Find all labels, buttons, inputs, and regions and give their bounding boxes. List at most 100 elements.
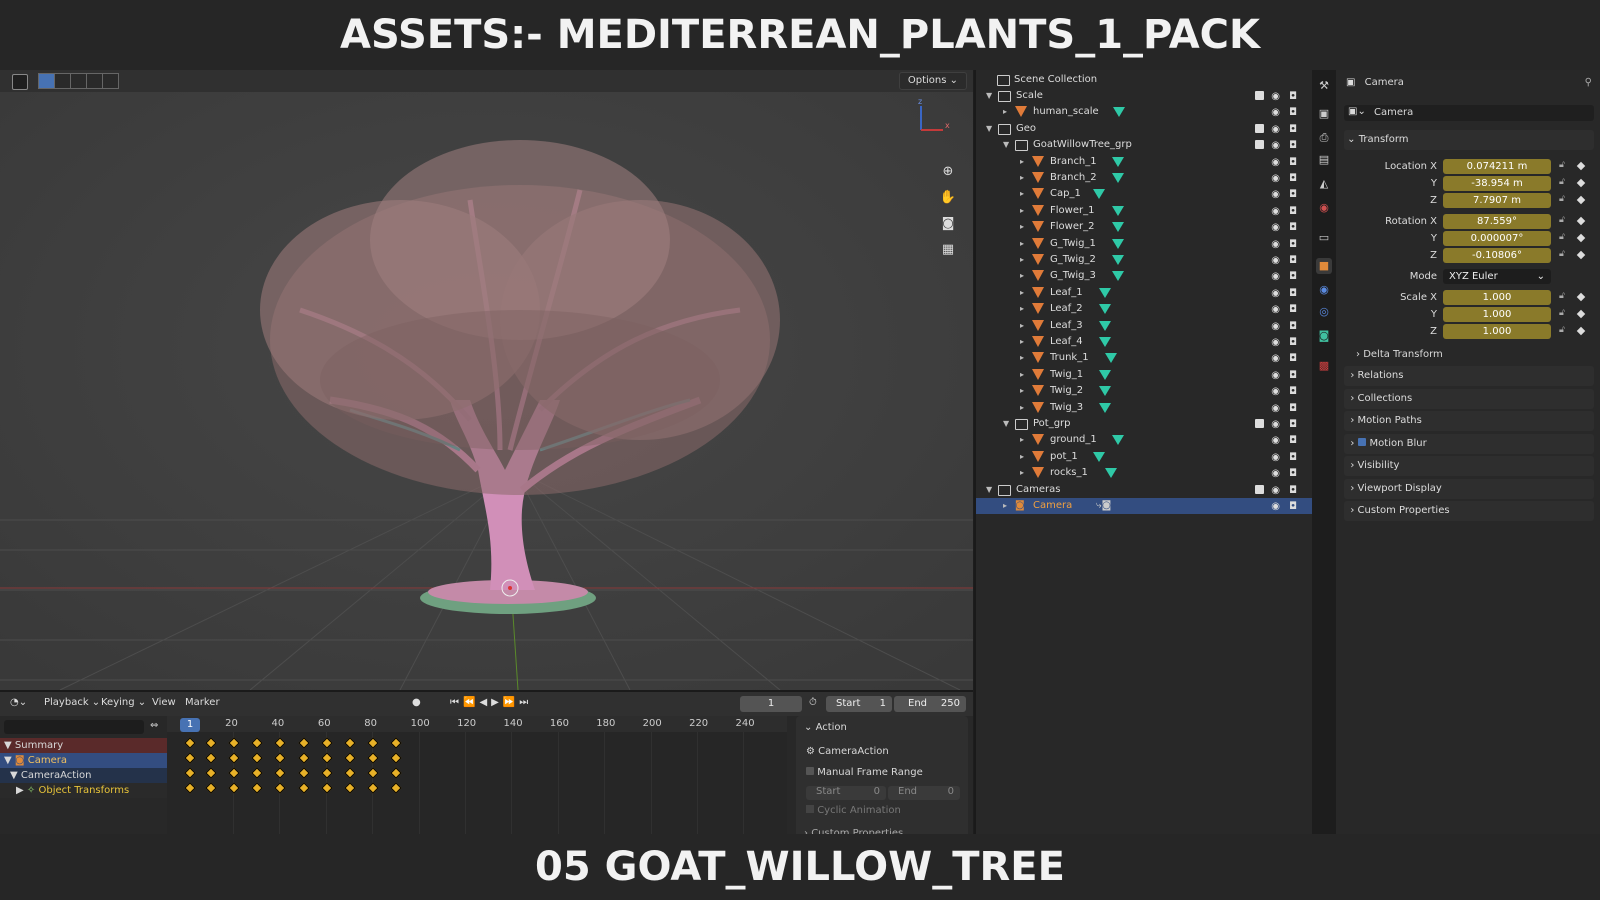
render-camera-icon[interactable]: ◘	[1289, 171, 1297, 187]
render-camera-icon[interactable]: ◘	[1289, 187, 1297, 203]
collection-tab-icon[interactable]: ▭	[1316, 230, 1332, 246]
record-button[interactable]: ●	[412, 697, 421, 708]
panel-custom-properties[interactable]: › Custom Properties	[1344, 501, 1594, 521]
eye-icon[interactable]: ◉	[1271, 401, 1280, 417]
view-layer-tab-icon[interactable]: ▤	[1316, 152, 1332, 168]
outliner-row-g-twig-1[interactable]: ▸ G_Twig_1 ◉ ◘	[976, 236, 1314, 252]
lock-icon[interactable]: 🔓︎	[1559, 160, 1565, 170]
keyframe-diamond[interactable]	[205, 782, 217, 794]
keyframe-decorator-icon[interactable]	[1576, 309, 1586, 319]
keyframe-diamond[interactable]	[228, 737, 240, 749]
mesh-data-icon[interactable]	[1111, 271, 1124, 282]
expand-right-icon[interactable]: ▸	[1020, 318, 1024, 334]
playback-controls[interactable]: ⏮⏪◀▶⏩⏭	[450, 697, 532, 708]
frame-ruler[interactable]: 20 40 60 80 100 120 140 160 180 200 220 240	[167, 716, 787, 732]
select-new-button[interactable]	[38, 73, 55, 89]
channel-camera[interactable]: ▼ ◙ Camera	[0, 753, 167, 768]
mesh-data-icon[interactable]	[1099, 337, 1112, 347]
exclude-checkbox[interactable]	[1255, 140, 1264, 150]
swap-icon[interactable]: ⇔	[150, 720, 158, 731]
expand-down-icon[interactable]: ▼	[986, 482, 992, 498]
eye-icon[interactable]: ◉	[1271, 335, 1280, 351]
render-camera-icon[interactable]: ◘	[1289, 368, 1297, 384]
data-tab-icon[interactable]: ◙	[1316, 328, 1332, 344]
outliner-row-ground-1[interactable]: ▸ ground_1 ◉ ◘	[976, 432, 1314, 448]
mesh-data-icon[interactable]	[1111, 238, 1124, 249]
object-name-field[interactable]: ▣⌄ Camera	[1344, 105, 1594, 121]
texture-tab-icon[interactable]: ▩	[1316, 358, 1332, 374]
mesh-data-icon[interactable]	[1105, 468, 1118, 479]
mesh-data-icon[interactable]	[1093, 451, 1105, 462]
object-tab-icon[interactable]: ■	[1316, 258, 1332, 274]
exclude-checkbox[interactable]	[1255, 419, 1264, 428]
select-invert-button[interactable]	[86, 73, 103, 89]
exclude-checkbox[interactable]	[1255, 484, 1264, 494]
location-y-field[interactable]: -38.954 m	[1443, 176, 1551, 191]
eye-icon[interactable]: ◉	[1271, 433, 1280, 449]
panel-visibility[interactable]: › Visibility	[1344, 456, 1594, 476]
outliner-row-rocks-1[interactable]: ▸ rocks_1 ◉ ◘	[976, 465, 1314, 481]
render-camera-icon[interactable]: ◘	[1289, 122, 1297, 138]
render-camera-icon[interactable]: ◘	[1289, 335, 1297, 351]
keyframe-diamond[interactable]	[184, 752, 196, 764]
render-camera-icon[interactable]: ◘	[1289, 433, 1297, 449]
outliner-row-trunk-1[interactable]: ▸ Trunk_1 ◉ ◘	[976, 350, 1314, 366]
mesh-data-icon[interactable]	[1113, 107, 1126, 118]
panel-viewport-display[interactable]: › Viewport Display	[1344, 478, 1594, 499]
expand-right-icon[interactable]: ▸	[1020, 400, 1024, 416]
expand-right-icon[interactable]: ▸	[1020, 350, 1024, 366]
keyframe-diamond[interactable]	[344, 767, 356, 779]
keyframe-diamond[interactable]	[274, 737, 287, 749]
mesh-data-icon[interactable]	[1099, 304, 1112, 315]
keyframe-diamond[interactable]	[274, 782, 287, 794]
lock-icon[interactable]: 🔓︎	[1559, 215, 1565, 225]
scale-y-field[interactable]: 1.000	[1443, 307, 1551, 322]
lock-icon[interactable]: 🔓︎	[1559, 194, 1565, 204]
keyframe-diamond[interactable]	[298, 767, 310, 779]
mesh-data-icon[interactable]	[1111, 435, 1124, 446]
render-camera-icon[interactable]: ◘	[1289, 401, 1297, 417]
keyframe-diamond[interactable]	[228, 782, 240, 794]
expand-right-icon[interactable]: ▸	[1020, 252, 1024, 268]
mesh-data-icon[interactable]	[1111, 205, 1124, 216]
camera-data-icon[interactable]: ⤷◙	[1096, 498, 1111, 514]
expand-down-icon[interactable]: ▼	[1003, 416, 1009, 432]
eye-icon[interactable]: ◉	[1271, 483, 1280, 499]
eye-icon[interactable]: ◉	[1271, 187, 1280, 203]
keyframe-diamond[interactable]	[390, 752, 403, 764]
menu-marker[interactable]: Marker	[185, 697, 220, 708]
keyframe-decorator-icon[interactable]	[1576, 292, 1586, 302]
tool-tab-icon[interactable]: ⚒	[1316, 78, 1332, 94]
location-x-field[interactable]: 0.074211 m	[1443, 159, 1551, 174]
expand-right-icon[interactable]: ▸	[1020, 285, 1024, 301]
rotation-x-field[interactable]: 87.559°	[1443, 214, 1551, 229]
keyframe-diamond[interactable]	[298, 752, 310, 764]
mesh-data-icon[interactable]	[1099, 287, 1112, 298]
keyframe-diamond[interactable]	[205, 737, 217, 749]
expand-right-icon[interactable]: ▸	[1020, 383, 1024, 399]
keyframe-diamond[interactable]	[367, 782, 379, 794]
render-camera-icon[interactable]: ◘	[1289, 319, 1297, 335]
eye-icon[interactable]: ◉	[1271, 253, 1280, 269]
keyframe-diamond[interactable]	[321, 782, 333, 794]
keyframe-diamond[interactable]	[298, 737, 310, 749]
eye-icon[interactable]: ◉	[1271, 237, 1280, 253]
keyframe-diamond[interactable]	[274, 767, 287, 779]
keyframe-diamond[interactable]	[251, 782, 263, 794]
keyframe-diamond[interactable]	[367, 737, 379, 749]
panel-motion-paths[interactable]: › Motion Paths	[1344, 411, 1594, 431]
action-panel-header[interactable]: ⌄ Action	[804, 722, 847, 733]
render-camera-icon[interactable]: ◘	[1289, 237, 1297, 253]
outliner-row-geo[interactable]: ▼ Geo ◉ ◘	[976, 121, 1314, 137]
eye-icon[interactable]: ◉	[1271, 466, 1280, 482]
render-camera-icon[interactable]: ◘	[1289, 89, 1297, 105]
outliner-row-pot-1[interactable]: ▸ pot_1 ◉ ◘	[976, 449, 1314, 465]
scale-x-field[interactable]: 1.000	[1443, 290, 1551, 305]
mesh-data-icon[interactable]	[1111, 255, 1124, 265]
eye-icon[interactable]: ◉	[1271, 155, 1280, 171]
render-camera-icon[interactable]: ◘	[1289, 269, 1297, 285]
render-camera-icon[interactable]: ◘	[1289, 466, 1297, 482]
keyframe-diamond[interactable]	[205, 767, 217, 779]
outliner-row-leaf-4[interactable]: ▸ Leaf_4 ◉ ◘	[976, 334, 1314, 350]
outliner-row-cameras[interactable]: ▼ Cameras ◉ ◘	[976, 482, 1314, 498]
